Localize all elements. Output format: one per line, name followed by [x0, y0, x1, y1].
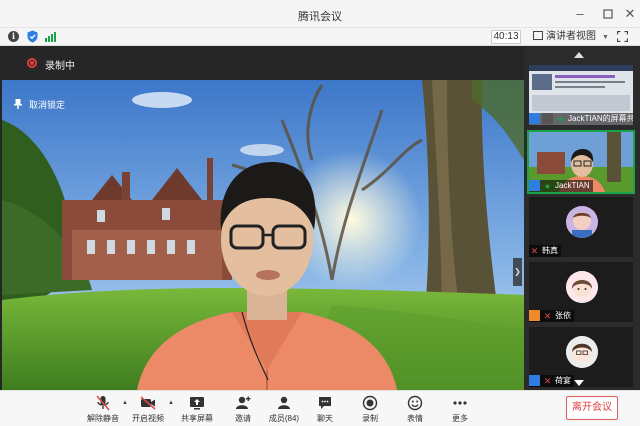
signal-icon[interactable] [45, 32, 56, 42]
fullscreen-icon[interactable] [617, 31, 628, 42]
record-button[interactable]: 录制 [350, 395, 390, 424]
tile-label: ✕ 张依 [529, 310, 574, 322]
start-video-button[interactable]: 开启视频 [128, 395, 168, 424]
microphone-muted-icon: ✕ [543, 376, 552, 386]
unmute-button[interactable]: 解除静音 [83, 395, 123, 424]
participant-name: JackTIAN的屏幕共 [568, 114, 633, 123]
avatar [566, 206, 598, 238]
meeting-info-bar: i 40:13 演讲者视图 ▼ [0, 28, 640, 46]
chevron-down-icon: ▼ [602, 34, 609, 41]
view-grid-icon [533, 31, 543, 40]
tile-label: ✕ 荷宴 [529, 375, 574, 387]
chat-button[interactable]: 聊天 [305, 395, 345, 424]
participant-tile-zhangyi[interactable]: ✕ 张依 [529, 262, 633, 322]
pin-icon [14, 99, 22, 109]
scroll-down-icon[interactable] [574, 380, 584, 386]
info-icon[interactable]: i [8, 31, 19, 42]
record-label: 录制 [362, 414, 378, 423]
participant-name: 荷宴 [555, 376, 571, 385]
recording-icon [27, 58, 37, 68]
emoji-icon [407, 395, 423, 411]
user-icon [529, 113, 540, 124]
microphone-muted-icon [96, 395, 110, 411]
unpin-label: 取消锁定 [29, 100, 66, 110]
maximize-icon[interactable] [600, 6, 616, 22]
tile-label: ● JackTIAN [529, 180, 593, 192]
participant-name: 韩真 [542, 246, 558, 255]
share-screen-icon [190, 397, 204, 410]
members-label: 成员(84) [268, 414, 300, 423]
avatar [566, 336, 598, 368]
invite-label: 邀请 [235, 414, 251, 423]
recording-strip: 录制中 [0, 46, 524, 80]
screen-share-icon [542, 113, 553, 124]
user-icon [529, 180, 540, 191]
microphone-icon: ● [544, 181, 551, 191]
chat-icon [319, 397, 331, 409]
microphone-muted-icon: ✕ [530, 246, 539, 256]
scroll-up-icon[interactable] [574, 52, 584, 58]
participant-tile-jacktian[interactable]: ● JackTIAN [527, 130, 635, 194]
sidebar-toggle[interactable]: ❯ [513, 258, 522, 286]
shield-icon[interactable] [27, 30, 38, 43]
main-stage: 录制中 取消锁定 ❯ [0, 46, 524, 417]
title-bar: 腾讯会议 – ✕ [0, 0, 640, 28]
reactions-label: 表情 [407, 414, 423, 423]
participant-tile-hanzhen[interactable]: ✕ 韩真 [529, 197, 633, 257]
members-button[interactable]: 成员(84) [264, 395, 304, 424]
recording-label: 录制中 [45, 61, 75, 72]
participant-tile-heyan[interactable]: ✕ 荷宴 [529, 327, 633, 387]
camera-off-icon [140, 396, 156, 410]
more-button[interactable]: 更多 [440, 395, 480, 424]
chat-label: 聊天 [317, 414, 333, 423]
invite-button[interactable]: 邀请 [223, 395, 263, 424]
minimize-icon[interactable]: – [572, 6, 588, 22]
participant-name: JackTIAN [555, 181, 590, 190]
participant-name: 张依 [555, 311, 571, 320]
meeting-timer: 40:13 [491, 30, 521, 44]
members-icon [278, 396, 290, 409]
view-mode-label: 演讲者视图 [546, 31, 596, 42]
leave-meeting-button[interactable]: 离开会议 [566, 396, 618, 420]
unpin-button[interactable]: 取消锁定 [14, 98, 65, 111]
participant-sidebar: ● JackTIAN的屏幕共 ● JackTIAN ✕ 韩真 ✕ 张依 ✕ 荷宴 [524, 46, 640, 390]
unmute-label: 解除静音 [87, 414, 119, 423]
meeting-toolbar: 解除静音 ▲ 开启视频 ▲ 共享屏幕 邀请 成员(84) 聊天 录制 表情 更多… [0, 390, 640, 426]
more-icon [453, 401, 467, 405]
share-screen-label: 共享屏幕 [181, 414, 213, 423]
more-label: 更多 [452, 414, 468, 423]
participant-tile-screen-share[interactable]: ● JackTIAN的屏幕共 [529, 65, 633, 125]
view-mode-dropdown[interactable]: 演讲者视图 ▼ [533, 30, 609, 44]
user-icon [529, 310, 540, 321]
speaker-video[interactable] [2, 80, 524, 390]
video-options-caret-icon[interactable]: ▲ [168, 400, 174, 406]
window-title: 腾讯会议 [298, 11, 342, 23]
user-icon [529, 375, 540, 386]
microphone-muted-icon: ✕ [543, 311, 552, 321]
record-icon [362, 395, 378, 411]
share-screen-button[interactable]: 共享屏幕 [177, 395, 217, 424]
close-icon[interactable]: ✕ [622, 6, 638, 22]
microphone-icon: ● [557, 114, 564, 124]
reactions-button[interactable]: 表情 [395, 395, 435, 424]
avatar [566, 271, 598, 303]
chevron-right-icon: ❯ [514, 267, 521, 276]
tile-label: ● JackTIAN的屏幕共 [529, 113, 633, 125]
speaker-video-frame [2, 80, 524, 390]
tile-label: ✕ 韩真 [529, 245, 561, 257]
start-video-label: 开启视频 [132, 414, 164, 423]
add-user-icon [236, 396, 251, 409]
